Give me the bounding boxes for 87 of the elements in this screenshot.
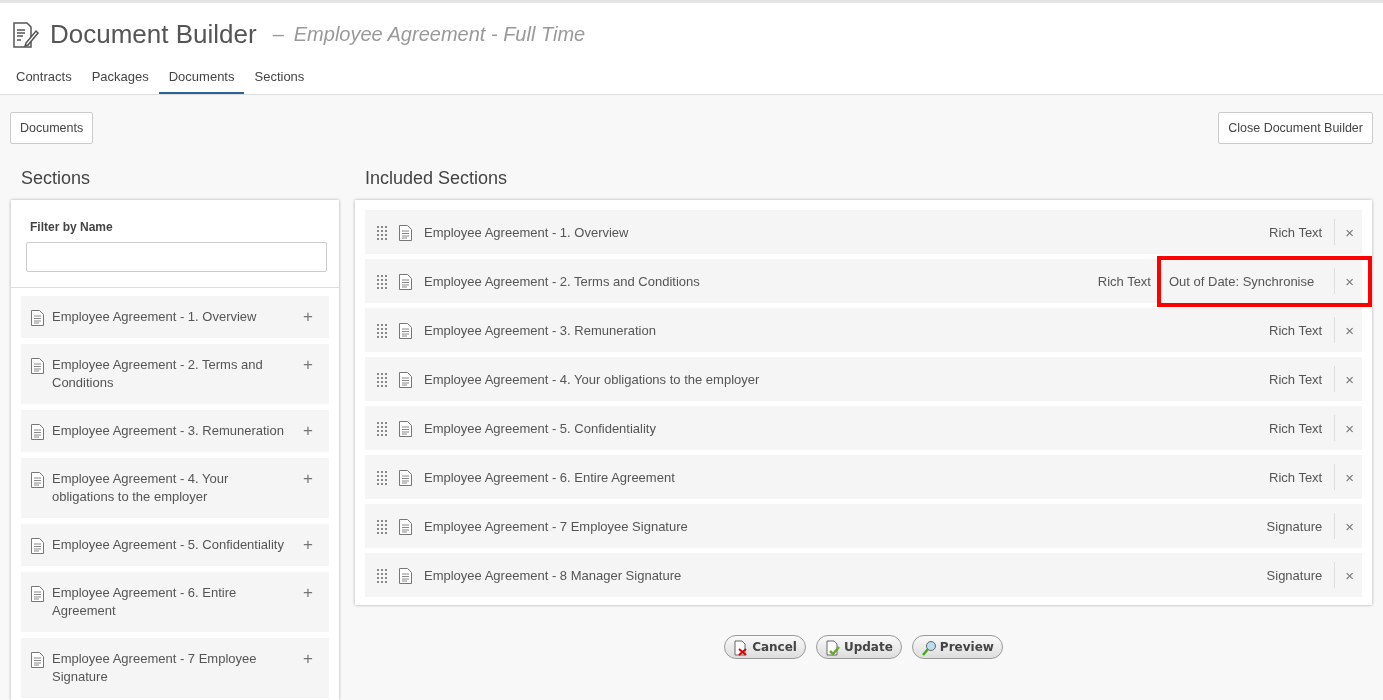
title-separator: – xyxy=(272,22,284,46)
section-type: Rich Text xyxy=(1269,322,1323,338)
cancel-button[interactable]: Cancel xyxy=(724,635,806,659)
filter-label: Filter by Name xyxy=(30,220,114,234)
document-icon xyxy=(399,225,412,241)
section-item[interactable]: Employee Agreement - 5. Confidentiality + xyxy=(21,524,329,566)
tab[interactable]: Contracts xyxy=(6,63,82,94)
section-item[interactable]: Employee Agreement - 3. Remuneration + xyxy=(21,410,329,452)
document-icon xyxy=(31,424,44,440)
section-type: Signature xyxy=(1266,567,1323,583)
drag-handle-icon xyxy=(377,471,387,485)
page-title: Document Builder xyxy=(50,18,257,50)
tab[interactable]: Documents xyxy=(158,63,245,94)
section-name: Employee Agreement - 6. Entire Agreement xyxy=(52,584,238,620)
section-name: Employee Agreement - 3. Remuneration xyxy=(52,422,285,440)
documents-button[interactable]: Documents xyxy=(10,112,94,144)
section-name: Employee Agreement - 1. Overview xyxy=(52,308,258,326)
document-icon xyxy=(31,586,44,602)
document-icon xyxy=(399,421,412,437)
section-type: Rich Text xyxy=(1269,371,1323,387)
section-name: Employee Agreement - 3. Remuneration xyxy=(424,322,657,338)
section-item[interactable]: Employee Agreement - 4. Your obligations to the employer + xyxy=(21,458,329,518)
document-icon xyxy=(399,519,412,535)
add-button[interactable]: + xyxy=(297,584,319,602)
section-name: Employee Agreement - 2. Terms and Conditions xyxy=(424,273,701,289)
remove-button[interactable]: × xyxy=(1345,272,1354,290)
add-button[interactable]: + xyxy=(297,308,319,326)
document-icon xyxy=(399,323,412,339)
section-name: Employee Agreement - 8 Manager Signature xyxy=(424,567,683,583)
section-name: Employee Agreement - 6. Entire Agreement xyxy=(424,469,676,485)
remove-button[interactable]: × xyxy=(1345,223,1354,241)
remove-button[interactable]: × xyxy=(1345,566,1354,584)
add-button[interactable]: + xyxy=(297,536,319,554)
add-button[interactable]: + xyxy=(297,422,319,440)
update-button[interactable]: Update xyxy=(815,635,902,659)
document-icon xyxy=(31,358,44,374)
panel-heading: Included Sections xyxy=(365,168,509,190)
section-type: Rich Text xyxy=(1269,224,1323,240)
panel-heading: Sections xyxy=(21,168,92,190)
section-name: Employee Agreement - 4. Your obligations to the employer xyxy=(52,470,230,506)
document-icon xyxy=(31,472,44,488)
document-icon xyxy=(399,470,412,486)
document-edit-icon xyxy=(12,21,40,49)
section-name: Employee Agreement - 5. Confidentiality xyxy=(52,536,285,554)
section-type: Signature xyxy=(1266,518,1323,534)
magnifier-icon xyxy=(920,640,937,656)
remove-button[interactable]: × xyxy=(1345,468,1354,486)
drag-handle-icon xyxy=(377,324,387,338)
section-name: Employee Agreement - 2. Terms and Conditions xyxy=(52,356,264,392)
filter-field[interactable] xyxy=(26,242,327,272)
section-type: Rich Text xyxy=(1097,273,1151,289)
section-item[interactable]: Employee Agreement - 1. Overview + xyxy=(21,296,329,338)
section-name: Employee Agreement - 7 Employee Signature xyxy=(424,518,689,534)
drag-handle-icon xyxy=(377,275,387,289)
drag-handle-icon xyxy=(377,569,387,583)
drag-handle-icon xyxy=(377,226,387,240)
tab[interactable]: Packages xyxy=(81,63,159,94)
section-item[interactable]: Employee Agreement - 7 Employee Signature + xyxy=(21,638,329,698)
drag-handle-icon xyxy=(377,520,387,534)
drag-handle-icon xyxy=(377,373,387,387)
document-icon xyxy=(399,372,412,388)
section-type: Rich Text xyxy=(1269,469,1323,485)
section-name: Employee Agreement - 4. Your obligations to the employer xyxy=(424,371,761,387)
document-icon xyxy=(31,310,44,326)
add-button[interactable]: + xyxy=(297,470,319,488)
document-icon xyxy=(31,538,44,554)
add-button[interactable]: + xyxy=(297,650,319,668)
add-button[interactable]: + xyxy=(297,356,319,374)
section-name: Employee Agreement - 1. Overview xyxy=(424,224,630,240)
section-name: Employee Agreement - 5. Confidentiality xyxy=(424,420,657,436)
remove-button[interactable]: × xyxy=(1345,370,1354,388)
document-check-icon xyxy=(824,640,841,656)
section-name: Employee Agreement - 7 Employee Signature xyxy=(52,650,258,686)
tab[interactable]: Sections xyxy=(244,63,315,94)
close-button[interactable]: Close Document Builder xyxy=(1218,112,1373,144)
section-type: Rich Text xyxy=(1269,420,1323,436)
remove-button[interactable]: × xyxy=(1345,419,1354,437)
preview-button[interactable]: Preview xyxy=(911,635,1003,659)
page-subtitle: Employee Agreement - Full Time xyxy=(293,22,586,46)
document-icon xyxy=(31,652,44,668)
section-item[interactable]: Employee Agreement - 6. Entire Agreement + xyxy=(21,572,329,632)
document-icon xyxy=(399,568,412,584)
drag-handle-icon xyxy=(377,422,387,436)
remove-button[interactable]: × xyxy=(1345,517,1354,535)
document-icon xyxy=(399,274,412,290)
remove-button[interactable]: × xyxy=(1345,321,1354,339)
section-item[interactable]: Employee Agreement - 2. Terms and Conditions + xyxy=(21,344,329,404)
